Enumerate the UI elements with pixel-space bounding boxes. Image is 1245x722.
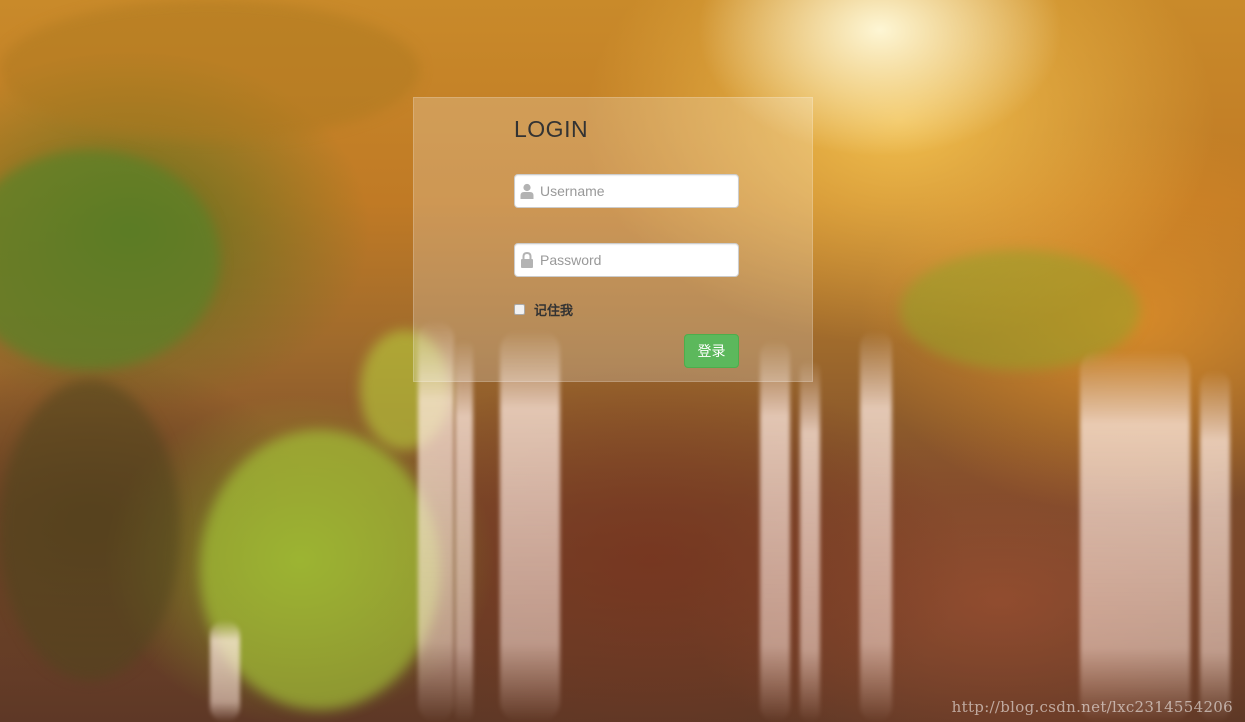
waterfall-decoration <box>500 330 560 722</box>
background-image: LOGIN 记住我 登录 http://b <box>0 0 1245 722</box>
password-input[interactable] <box>540 244 735 276</box>
waterfall-decoration <box>860 330 892 722</box>
username-field[interactable] <box>514 174 739 208</box>
remember-me-label: 记住我 <box>534 302 574 318</box>
user-icon <box>520 183 534 199</box>
waterfall-decoration <box>210 620 240 722</box>
login-panel: LOGIN 记住我 登录 <box>413 97 813 382</box>
foliage-decoration <box>0 150 220 370</box>
waterfall-decoration <box>800 360 820 722</box>
password-field[interactable] <box>514 243 739 277</box>
remember-me-checkbox[interactable] <box>514 303 525 315</box>
remember-me[interactable]: 记住我 <box>514 301 574 318</box>
login-button[interactable]: 登录 <box>684 334 739 368</box>
waterfall-decoration <box>1200 370 1230 722</box>
login-title: LOGIN <box>514 116 589 142</box>
username-input[interactable] <box>540 175 735 207</box>
waterfall-decoration <box>760 340 790 722</box>
watermark-text: http://blog.csdn.net/lxc2314554206 <box>951 698 1233 716</box>
lock-icon <box>520 251 534 268</box>
waterfall-decoration <box>1080 350 1190 722</box>
foliage-decoration <box>0 380 180 680</box>
foliage-decoration <box>0 0 420 140</box>
waterfall-decoration <box>455 340 473 722</box>
